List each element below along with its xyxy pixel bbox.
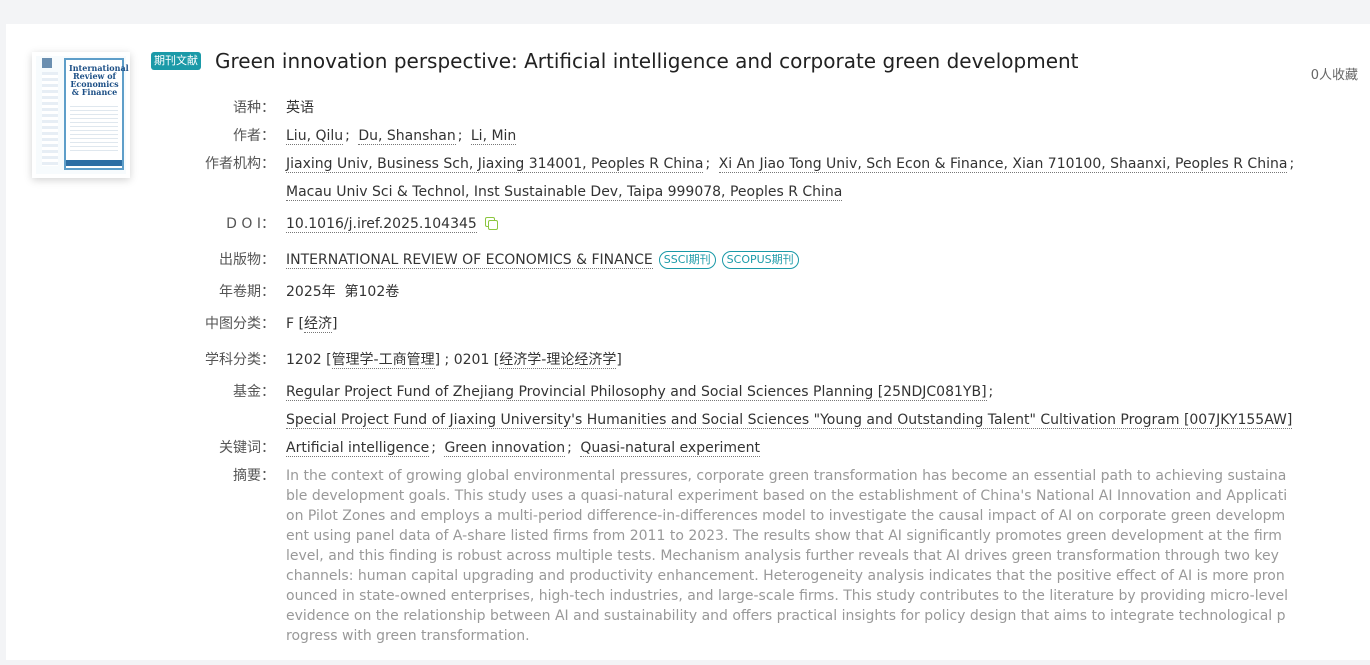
subject-code: 0201 <box>453 352 490 368</box>
author-link[interactable]: Li, Min <box>470 128 517 145</box>
field-label: 作者机构： <box>205 156 275 172</box>
funding-value-line2: Special Project Fund of Jiaxing Universi… <box>286 406 1293 434</box>
institution-link[interactable]: Jiaxing Univ, Business Sch, Jiaxing 3140… <box>286 156 704 173</box>
separator: ; <box>567 440 572 456</box>
funding-link[interactable]: Special Project Fund of Jiaxing Universi… <box>286 412 1293 429</box>
field-label: 中图分类： <box>205 316 275 332</box>
record-title[interactable]: Green innovation perspective: Artificial… <box>215 48 1079 74</box>
type-badge: 期刊文献 <box>151 52 201 70</box>
author-link[interactable]: Du, Shanshan <box>358 128 456 145</box>
field-label: 年卷期： <box>219 284 275 300</box>
clc-link[interactable]: 经济 <box>303 316 332 333</box>
abstract-text: In the context of growing global environ… <box>286 468 1288 644</box>
publication-value: INTERNATIONAL REVIEW OF ECONOMICS & FINA… <box>286 246 799 274</box>
subject-link[interactable]: 管理学-工商管理 <box>331 352 435 369</box>
institution-link[interactable]: Xi An Jiao Tong Univ, Sch Econ & Finance… <box>718 156 1288 173</box>
authors-value: Liu, Qilu; Du, Shanshan; Li, Min <box>286 122 517 150</box>
clc-code: F <box>286 316 295 332</box>
keyword-link[interactable]: Quasi-natural experiment <box>580 440 760 457</box>
publication-link[interactable]: INTERNATIONAL REVIEW OF ECONOMICS & FINA… <box>286 252 653 269</box>
institutions-value-line2: Macau Univ Sci & Technol, Inst Sustainab… <box>286 178 843 206</box>
doi-value: 10.1016/j.iref.2025.104345 <box>286 210 498 238</box>
subject-link[interactable]: 经济学-理论经济学 <box>499 352 617 369</box>
year-volume-value: 2025年 第102卷 <box>286 284 400 300</box>
doi-link[interactable]: 10.1016/j.iref.2025.104345 <box>286 216 477 233</box>
field-label: 摘要： <box>233 468 275 484</box>
field-label: D O I： <box>226 216 275 232</box>
journal-cover-image[interactable]: International Review of Economics & Fina… <box>32 52 130 178</box>
copy-icon[interactable] <box>484 217 498 230</box>
clc-value: F [经济] <box>286 316 338 333</box>
subject-value: 1202 [管理学-工商管理] ; 0201 [经济学-理论经济学] <box>286 352 622 369</box>
language-value: 英语 <box>286 100 314 116</box>
subject-code: 1202 <box>286 352 322 368</box>
author-link[interactable]: Liu, Qilu <box>286 128 344 145</box>
favorite-count[interactable]: 0人收藏 <box>1311 64 1358 83</box>
field-label: 关键词： <box>219 440 275 456</box>
field-label: 学科分类： <box>205 352 275 368</box>
separator: ; <box>1289 156 1295 172</box>
keywords-value: Artificial intelligence; Green innovatio… <box>286 434 760 462</box>
funding-link[interactable]: Regular Project Fund of Zhejiang Provinc… <box>286 384 987 401</box>
cover-sidebar <box>42 72 58 166</box>
keyword-link[interactable]: Artificial intelligence <box>286 440 430 457</box>
field-label: 基金： <box>233 384 275 400</box>
field-label: 语种： <box>233 100 275 116</box>
funding-value-line1: Regular Project Fund of Zhejiang Provinc… <box>286 378 997 406</box>
field-label: 出版物： <box>219 252 275 268</box>
ssci-tag: SSCI期刊 <box>658 251 716 269</box>
keyword-link[interactable]: Green innovation <box>444 440 566 457</box>
scopus-tag: SCOPUS期刊 <box>721 251 799 269</box>
institution-link[interactable]: Macau Univ Sci & Technol, Inst Sustainab… <box>286 184 843 201</box>
separator: ; <box>431 440 436 456</box>
record-card: International Review of Economics & Fina… <box>6 24 1370 660</box>
cover-panel: International Review of Economics & Fina… <box>64 58 129 170</box>
institutions-value-line1: Jiaxing Univ, Business Sch, Jiaxing 3140… <box>286 150 1298 178</box>
cover-journal-title: International Review of Economics & Fina… <box>69 63 129 97</box>
field-label: 作者： <box>233 128 275 144</box>
separator: ; <box>457 128 463 144</box>
separator: ; <box>345 128 350 144</box>
separator: ; <box>988 384 994 400</box>
publisher-logo-icon <box>42 58 52 68</box>
separator: ; <box>705 156 711 172</box>
